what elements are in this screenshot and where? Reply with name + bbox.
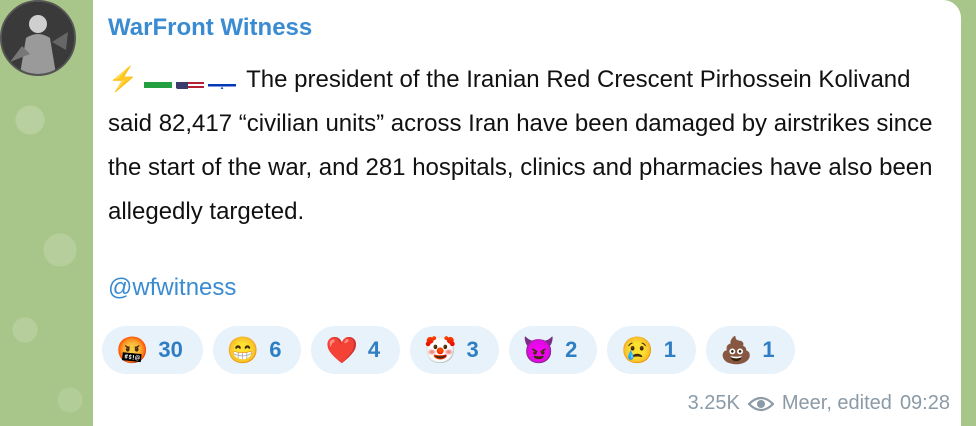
angry-face-icon: 🤬 [116,335,149,365]
poop-icon: 💩 [719,335,753,365]
author-edited: Meer, edited [781,392,892,414]
reaction-clown[interactable]: 🤡 3 [410,326,499,374]
reaction-count: 1 [663,337,676,362]
crying-face-icon: 😢 [621,335,654,365]
reaction-count: 6 [269,337,282,362]
reaction-count: 30 [158,337,183,362]
heart-icon: ❤️ [325,335,358,365]
clown-face-icon: 🤡 [424,335,457,365]
reaction-count: 4 [367,337,381,362]
reaction-poop[interactable]: 💩 1 [705,326,795,374]
reaction-count: 2 [565,337,578,362]
reaction-count: 3 [466,337,479,362]
us-flag-icon [175,71,204,89]
reaction-crying[interactable]: 😢 1 [607,326,696,374]
channel-avatar[interactable] [0,0,76,76]
reaction-devil[interactable]: 😈 2 [508,326,598,374]
message-meta: 3.25K Meer, edited 09:28 [688,392,950,415]
eye-icon [747,396,774,411]
iran-flag-icon [143,71,172,89]
view-count: 3.25K [687,392,740,414]
israel-flag-icon [207,71,236,89]
message-time: 09:28 [899,392,950,414]
reaction-heart[interactable]: ❤️ 4 [311,326,401,374]
lightning-icon: ⚡ [108,66,138,93]
reactions-bar: 🤬 30 😁 6 ❤️ 4 🤡 3 😈 2 😢 1 💩 1 [102,326,795,374]
channel-name[interactable]: WarFront Witness [108,14,312,42]
reaction-count: 1 [762,337,775,362]
channel-link[interactable]: @wfwitness [108,274,236,302]
grinning-face-icon: 😁 [226,335,260,365]
reaction-angry[interactable]: 🤬 30 [102,326,203,374]
message-text: The president of the Iranian Red Crescen… [108,66,933,225]
smiling-devil-icon: 😈 [522,335,556,365]
message-body: ⚡ The president of the Iranian Red Cresc… [108,58,938,234]
reaction-grin[interactable]: 😁 6 [212,326,302,374]
